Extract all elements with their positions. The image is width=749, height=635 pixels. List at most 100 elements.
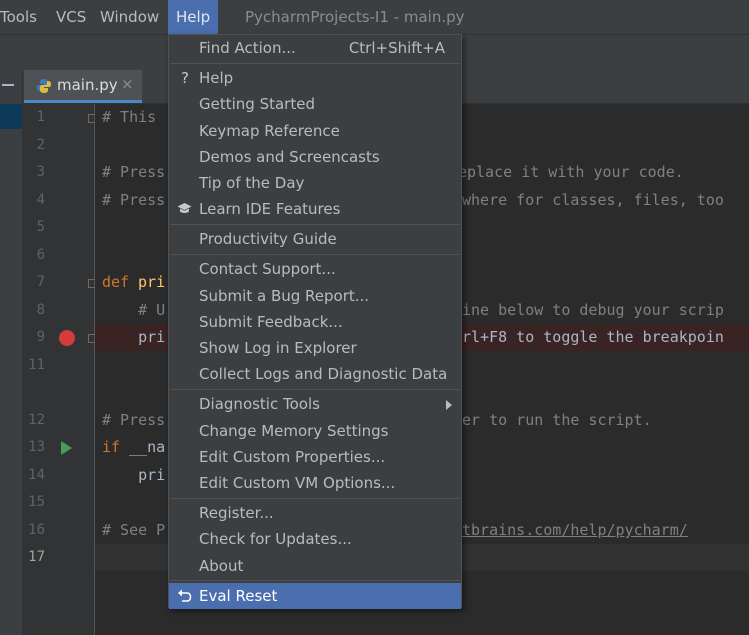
menu-item-label: Demos and Screencasts [199, 148, 380, 166]
close-icon[interactable]: × [121, 75, 134, 93]
menu-item-register[interactable]: Register... [169, 500, 461, 526]
shortcut-label: Ctrl+Shift+A [348, 39, 445, 57]
menu-item-about[interactable]: About [169, 553, 461, 579]
menu-separator [170, 498, 460, 499]
menu-separator [170, 389, 460, 390]
menu-item-collect-logs[interactable]: Collect Logs and Diagnostic Data [169, 361, 461, 387]
line-number: 5 [36, 219, 45, 235]
menu-item-find-action[interactable]: Find Action... Ctrl+Shift+A [169, 35, 461, 61]
menu-item-submit-bug[interactable]: Submit a Bug Report... [169, 283, 461, 309]
project-tool-button[interactable] [0, 104, 22, 129]
menu-item-change-memory[interactable]: Change Memory Settings [169, 418, 461, 444]
submenu-arrow-icon [446, 400, 452, 410]
line-number: 8 [36, 302, 45, 318]
collapse-icon[interactable] [2, 84, 14, 86]
menu-item-help[interactable]: ? Help [169, 65, 461, 91]
menu-item-label: Register... [199, 504, 274, 522]
code-text: ine below to debug your scrip [462, 301, 724, 319]
menu-separator [170, 580, 460, 581]
menu-item-edit-properties[interactable]: Edit Custom Properties... [169, 444, 461, 470]
line-number: 7 [36, 274, 45, 290]
line-number: 1 [36, 109, 45, 125]
menu-help[interactable]: Help [168, 0, 219, 34]
code-text: # Press [102, 163, 166, 181]
menu-vcs[interactable]: VCS [56, 0, 86, 34]
menu-item-label: Diagnostic Tools [199, 395, 320, 413]
left-tool-strip [0, 70, 23, 635]
code-text: eplace it with your code. [458, 163, 684, 181]
function-name: pri [129, 273, 166, 291]
help-menu-dropdown: Find Action... Ctrl+Shift+A ? Help Getti… [168, 34, 462, 609]
line-number: 9 [36, 329, 45, 345]
code-text: # Press [102, 411, 166, 429]
menu-item-label: Find Action... [199, 39, 296, 57]
menu-item-label: Tip of the Day [199, 174, 305, 192]
line-number: 14 [28, 467, 45, 483]
line-number: 11 [28, 357, 45, 373]
menu-item-label: Change Memory Settings [199, 422, 389, 440]
menu-item-contact-support[interactable]: Contact Support... [169, 256, 461, 282]
menu-item-check-updates[interactable]: Check for Updates... [169, 526, 461, 552]
window-title: PycharmProjects-I1 - main.py [245, 8, 465, 26]
menu-item-tip-of-the-day[interactable]: Tip of the Day [169, 170, 461, 196]
line-number-current: 17 [28, 549, 45, 565]
menu-item-diagnostic-tools[interactable]: Diagnostic Tools [169, 391, 461, 417]
tab-main-py[interactable]: main.py × [24, 70, 142, 103]
question-mark-icon: ? [181, 69, 189, 87]
menu-window[interactable]: Window [100, 0, 159, 34]
keyword: if [102, 438, 121, 456]
menu-item-learn-ide[interactable]: Learn IDE Features [169, 196, 461, 222]
line-number: 2 [36, 137, 45, 153]
menu-item-eval-reset[interactable]: Eval Reset [169, 583, 461, 609]
line-number: 12 [28, 412, 45, 428]
menu-item-submit-feedback[interactable]: Submit Feedback... [169, 309, 461, 335]
menu-item-label: Contact Support... [199, 260, 336, 278]
menu-item-label: Productivity Guide [199, 230, 337, 248]
menu-item-label: Collect Logs and Diagnostic Data [199, 365, 448, 383]
menu-separator [170, 63, 460, 64]
help-link[interactable]: tbrains.com/help/pycharm/ [462, 517, 688, 544]
graduation-cap-icon [177, 203, 192, 213]
line-number: 6 [36, 247, 45, 263]
menu-item-edit-vm-options[interactable]: Edit Custom VM Options... [169, 470, 461, 496]
menu-item-keymap-reference[interactable]: Keymap Reference [169, 118, 461, 144]
code-text: rl+F8 to toggle the breakpoin [462, 328, 724, 346]
run-icon[interactable] [61, 441, 72, 455]
menu-item-demos[interactable]: Demos and Screencasts [169, 144, 461, 170]
menu-item-show-log[interactable]: Show Log in Explorer [169, 335, 461, 361]
line-number: 16 [28, 522, 45, 538]
line-number: 13 [28, 439, 45, 455]
line-number: 15 [28, 494, 45, 510]
tab-label: main.py [57, 76, 118, 94]
code-text: pri [102, 328, 166, 346]
menu-bar: Tools VCS Window Help PycharmProjects-I1… [0, 0, 749, 34]
menu-item-label: Show Log in Explorer [199, 339, 357, 357]
menu-item-label: Keymap Reference [199, 122, 340, 140]
keyword: def [102, 273, 130, 291]
menu-separator [170, 224, 460, 225]
line-number: 4 [36, 192, 45, 208]
menu-item-label: Getting Started [199, 95, 315, 113]
code-text: # U [102, 301, 166, 319]
menu-separator [170, 254, 460, 255]
menu-item-label: About [199, 557, 244, 575]
breakpoint-icon[interactable] [59, 330, 75, 346]
menu-tools[interactable]: Tools [0, 0, 37, 34]
menu-item-label: Submit Feedback... [199, 313, 343, 331]
menu-item-label: Submit a Bug Report... [199, 287, 370, 305]
editor-gutter: 1 2 3 4 5 6 7 8 9 11 12 13 14 15 16 17 [23, 104, 97, 635]
code-text: # Press [102, 191, 166, 209]
menu-item-label: Edit Custom Properties... [199, 448, 386, 466]
menu-item-label: Help [199, 69, 234, 87]
python-file-icon [37, 79, 51, 93]
code-text: __na [120, 438, 166, 456]
code-text: # See P [102, 521, 166, 539]
code-text: pri [102, 466, 166, 484]
menu-item-getting-started[interactable]: Getting Started [169, 91, 461, 117]
menu-item-label: Check for Updates... [199, 530, 352, 548]
code-text: # This [102, 108, 157, 126]
line-number: 3 [36, 164, 45, 180]
menu-item-productivity-guide[interactable]: Productivity Guide [169, 226, 461, 252]
undo-icon [178, 589, 192, 602]
code-text: er to run the script. [462, 411, 652, 429]
